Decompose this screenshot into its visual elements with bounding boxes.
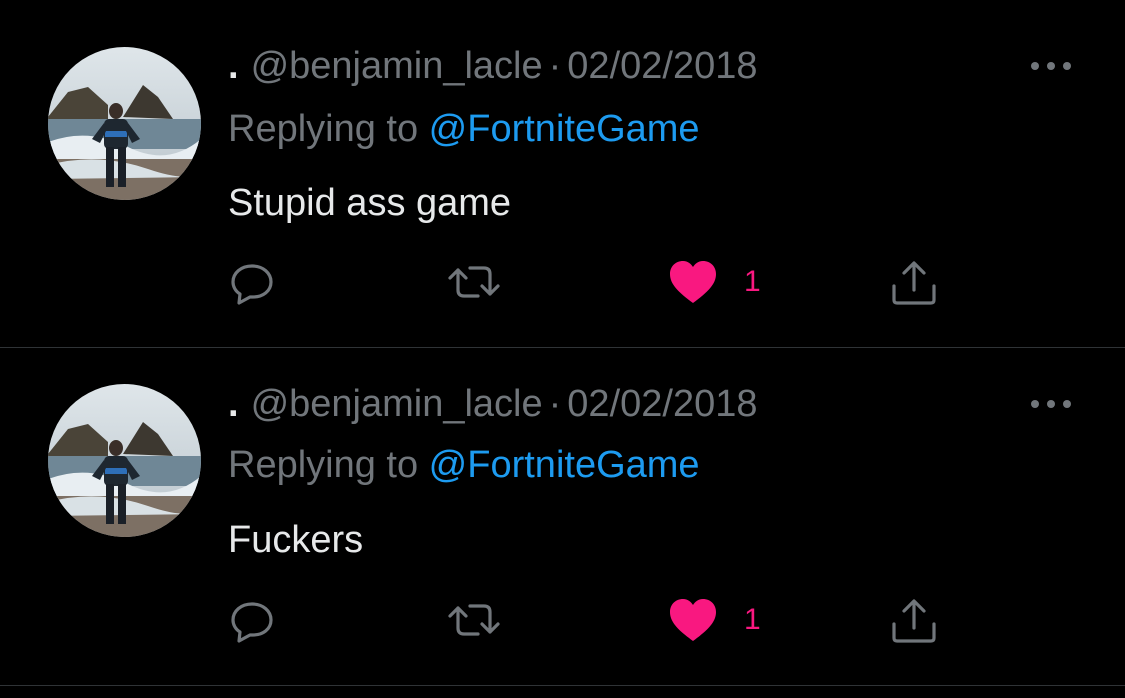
mention-link[interactable]: @FortniteGame [429, 108, 700, 150]
tweet-date[interactable]: 02/02/2018 [567, 45, 757, 87]
avatar[interactable] [48, 47, 201, 200]
like-button[interactable]: 1 [668, 596, 761, 644]
tweet-actions: 1 [228, 596, 948, 644]
separator: · [548, 45, 562, 87]
replying-to: Replying to @FortniteGame [228, 108, 700, 151]
replying-prefix: Replying to [228, 444, 429, 486]
more-icon[interactable] [1028, 394, 1074, 414]
handle[interactable]: @benjamin_lacle [251, 383, 543, 425]
tweet-date[interactable]: 02/02/2018 [567, 383, 757, 425]
replying-to: Replying to @FortniteGame [228, 444, 700, 487]
tweet-text: Fuckers [228, 519, 364, 561]
tweet-header: . @benjamin_lacle · 02/02/2018 [228, 383, 757, 426]
like-count: 1 [744, 603, 761, 636]
reply-button[interactable] [228, 596, 276, 644]
retweet-button[interactable] [446, 258, 502, 306]
avatar[interactable] [48, 384, 201, 537]
tweet-text: Stupid ass game [228, 182, 512, 224]
share-icon [892, 599, 936, 643]
share-icon [892, 261, 936, 305]
heart-icon [670, 261, 716, 303]
display-name[interactable]: . [228, 45, 239, 87]
like-count: 1 [744, 265, 761, 298]
retweet-icon [448, 604, 500, 636]
replying-prefix: Replying to [228, 108, 429, 150]
tweet-header: . @benjamin_lacle · 02/02/2018 [228, 45, 757, 88]
separator: · [548, 383, 562, 425]
share-button[interactable] [888, 596, 940, 644]
heart-icon [670, 599, 716, 641]
handle[interactable]: @benjamin_lacle [251, 45, 543, 87]
share-button[interactable] [888, 258, 940, 306]
display-name[interactable]: . [228, 383, 239, 425]
reply-icon [231, 602, 273, 643]
divider [0, 685, 1125, 686]
reply-icon [231, 264, 273, 305]
tweet[interactable]: . @benjamin_lacle · 02/02/2018 Replying to … [0, 348, 1125, 685]
retweet-button[interactable] [446, 596, 502, 644]
more-icon[interactable] [1028, 56, 1074, 76]
tweet-actions: 1 [228, 258, 948, 306]
tweet[interactable]: . @benjamin_lacle · 02/02/2018 Replying to … [0, 0, 1125, 347]
retweet-icon [448, 266, 500, 298]
reply-button[interactable] [228, 258, 276, 306]
like-button[interactable]: 1 [668, 258, 761, 306]
mention-link[interactable]: @FortniteGame [429, 444, 700, 486]
